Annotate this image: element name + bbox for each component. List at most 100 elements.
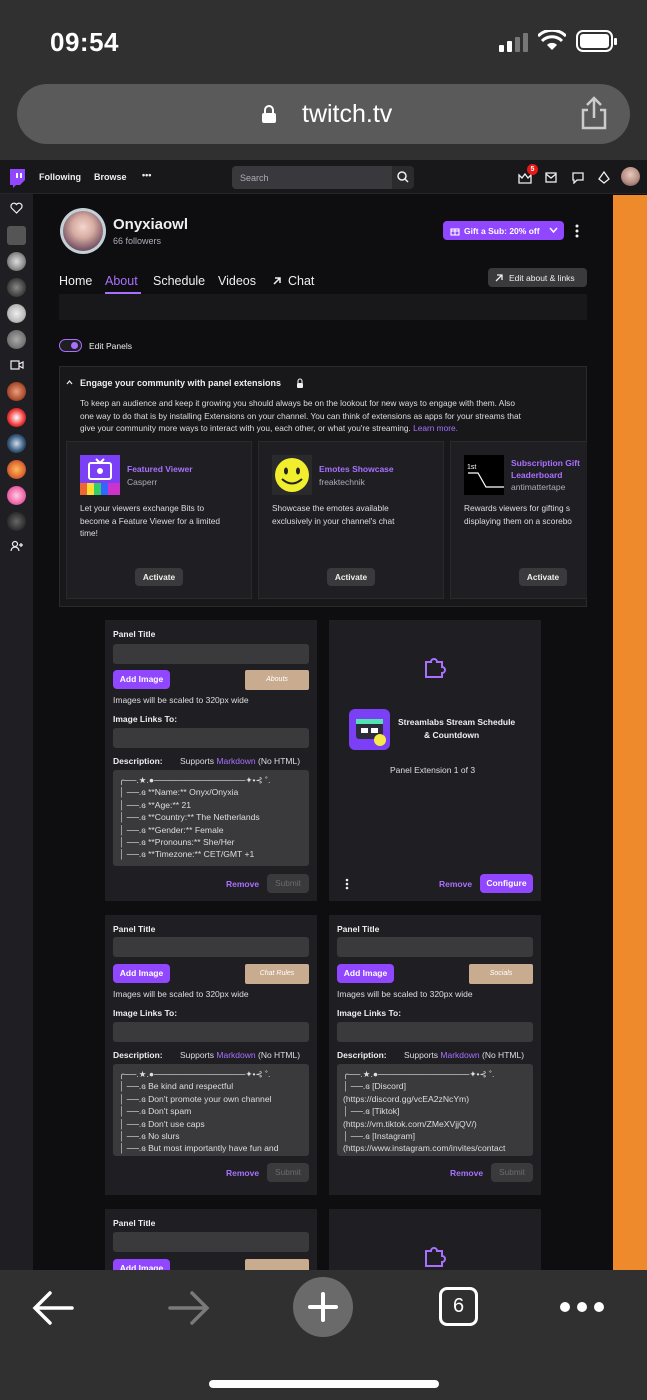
panel-title-input[interactable] bbox=[337, 937, 533, 957]
panel-title-input[interactable] bbox=[113, 937, 309, 957]
extensions-promo-card: Engage your community with panel extensi… bbox=[59, 366, 587, 607]
panel-image-thumbnail bbox=[245, 1259, 309, 1270]
followed-channel-avatar[interactable] bbox=[7, 278, 26, 297]
extension-author: Casperr bbox=[127, 477, 158, 487]
gift-sub-button[interactable]: Gift a Sub: 20% off bbox=[443, 221, 564, 240]
channel-avatar[interactable] bbox=[60, 208, 106, 254]
followed-channel-avatar[interactable] bbox=[7, 252, 26, 271]
more-options-icon[interactable] bbox=[575, 224, 579, 238]
panel-title-label: Panel Title bbox=[337, 924, 380, 934]
browse-link[interactable]: Browse bbox=[94, 172, 127, 182]
markdown-link[interactable]: Markdown bbox=[440, 1050, 479, 1060]
extension-name[interactable]: Leaderboard bbox=[511, 470, 563, 480]
bits-icon[interactable] bbox=[598, 171, 610, 184]
notification-badge: 5 bbox=[527, 164, 538, 175]
tab-videos[interactable]: Videos bbox=[218, 274, 256, 288]
activate-button[interactable]: Activate bbox=[135, 568, 183, 586]
description-textarea[interactable]: ╭──.★.●───────────────✦•⊰ ˚. │ ──.ɞ **Na… bbox=[113, 770, 309, 866]
extension-desc-line: Rewards viewers for gifting s bbox=[464, 503, 571, 513]
recommended-channel-avatar[interactable] bbox=[7, 460, 26, 479]
address-bar[interactable]: twitch.tv bbox=[17, 84, 630, 144]
more-menu-icon[interactable] bbox=[559, 1301, 605, 1313]
new-tab-button[interactable] bbox=[293, 1277, 353, 1337]
description-textarea[interactable]: ╭──.★.●───────────────✦•⊰ ˚. │ ──.ɞ Be k… bbox=[113, 1064, 309, 1156]
recommended-channel-avatar[interactable] bbox=[7, 382, 26, 401]
activate-button[interactable]: Activate bbox=[519, 568, 567, 586]
video-camera-icon bbox=[10, 360, 24, 370]
image-links-input[interactable] bbox=[337, 1022, 533, 1042]
remove-button[interactable]: Remove bbox=[439, 879, 472, 889]
back-arrow-icon[interactable] bbox=[32, 1290, 76, 1326]
tab-schedule[interactable]: Schedule bbox=[153, 274, 205, 288]
submit-button[interactable]: Submit bbox=[267, 1163, 309, 1182]
add-image-button[interactable]: Add Image bbox=[113, 1259, 170, 1270]
add-image-button[interactable]: Add Image bbox=[113, 670, 170, 689]
submit-button[interactable]: Submit bbox=[267, 874, 309, 893]
whispers-icon[interactable] bbox=[572, 172, 584, 184]
heart-icon[interactable] bbox=[10, 202, 23, 214]
plus-icon bbox=[308, 1292, 338, 1322]
panel-title-input[interactable] bbox=[113, 644, 309, 664]
web-content: Following Browse ••• Search 5 Onyxiaowl … bbox=[0, 160, 647, 1270]
markdown-link[interactable]: Markdown bbox=[216, 1050, 255, 1060]
description-textarea[interactable]: ╭──.★.●───────────────✦•⊰ ˚. │ ──.ɞ [Dis… bbox=[337, 1064, 533, 1156]
forward-arrow-icon[interactable] bbox=[166, 1290, 210, 1326]
followed-channel-avatar[interactable] bbox=[7, 330, 26, 349]
recommended-channel-avatar[interactable] bbox=[7, 434, 26, 453]
inbox-icon[interactable] bbox=[545, 172, 557, 183]
add-friends-icon[interactable] bbox=[10, 540, 24, 552]
panel-title-input[interactable] bbox=[113, 1232, 309, 1252]
extension-name[interactable]: Subscription Gift bbox=[511, 458, 580, 468]
recommended-channel-avatar[interactable] bbox=[7, 408, 26, 427]
scale-note: Images will be scaled to 320px wide bbox=[113, 695, 249, 705]
activate-button[interactable]: Activate bbox=[327, 568, 375, 586]
remove-button[interactable]: Remove bbox=[450, 1168, 483, 1178]
remove-button[interactable]: Remove bbox=[226, 879, 259, 889]
edit-panels-label: Edit Panels bbox=[89, 341, 132, 351]
recommended-channel-avatar[interactable] bbox=[7, 512, 26, 531]
followed-channel-avatar[interactable] bbox=[7, 226, 26, 245]
add-image-button[interactable]: Add Image bbox=[113, 964, 170, 983]
markdown-link[interactable]: Markdown bbox=[216, 756, 255, 766]
extension-desc-line: become a Feature Viewer for a limited bbox=[80, 515, 221, 526]
more-menu-icon[interactable]: ••• bbox=[142, 170, 151, 180]
extension-desc-line: Let your viewers exchange Bits to bbox=[80, 503, 205, 513]
image-links-input[interactable] bbox=[113, 1022, 309, 1042]
configure-button[interactable]: Configure bbox=[480, 874, 533, 893]
tab-chat[interactable]: Chat bbox=[288, 274, 314, 288]
chevron-up-icon[interactable] bbox=[66, 380, 73, 385]
extension-name[interactable]: Featured Viewer bbox=[127, 464, 193, 474]
extension-card[interactable]: Featured Viewer Casperr Let your viewers… bbox=[66, 441, 252, 599]
search-input[interactable]: Search bbox=[232, 166, 392, 189]
followed-channel-avatar[interactable] bbox=[7, 304, 26, 323]
status-bar: 09:54 bbox=[0, 0, 647, 72]
channel-main: Onyxiaowl 66 followers Gift a Sub: 20% o… bbox=[33, 194, 613, 1270]
share-icon[interactable] bbox=[579, 96, 609, 130]
remove-button[interactable]: Remove bbox=[226, 1168, 259, 1178]
extension-name[interactable]: Emotes Showcase bbox=[319, 464, 394, 474]
recommended-channel-avatar[interactable] bbox=[7, 486, 26, 505]
extension-card[interactable]: 1st Subscription Gift Leaderboard antima… bbox=[450, 441, 587, 599]
edit-panels-toggle[interactable] bbox=[59, 339, 82, 352]
more-options-icon[interactable] bbox=[345, 878, 349, 890]
tab-about[interactable]: About bbox=[105, 274, 138, 288]
puzzle-piece-icon bbox=[425, 1247, 446, 1267]
channel-name[interactable]: Onyxiaowl bbox=[113, 216, 188, 233]
learn-more-link[interactable]: Learn more. bbox=[413, 423, 458, 433]
tab-switcher-button[interactable]: 6 bbox=[439, 1287, 478, 1326]
user-avatar[interactable] bbox=[621, 167, 640, 186]
left-rail bbox=[0, 194, 33, 1270]
edit-about-button[interactable]: Edit about & links bbox=[488, 268, 587, 287]
tab-home[interactable]: Home bbox=[59, 274, 92, 288]
image-links-input[interactable] bbox=[113, 728, 309, 748]
twitch-logo-icon[interactable] bbox=[8, 168, 26, 188]
add-image-button[interactable]: Add Image bbox=[337, 964, 394, 983]
markdown-note: Supports Markdown (No HTML) bbox=[404, 1050, 525, 1060]
submit-button[interactable]: Submit bbox=[491, 1163, 533, 1182]
search-button[interactable] bbox=[392, 166, 414, 189]
description-label: Description: bbox=[113, 756, 163, 766]
extension-author: freaktechnik bbox=[319, 477, 365, 487]
panel-image-thumbnail: Abouts bbox=[245, 670, 309, 690]
extension-card[interactable]: Emotes Showcase freaktechnik Showcase th… bbox=[258, 441, 444, 599]
following-link[interactable]: Following bbox=[39, 172, 81, 182]
